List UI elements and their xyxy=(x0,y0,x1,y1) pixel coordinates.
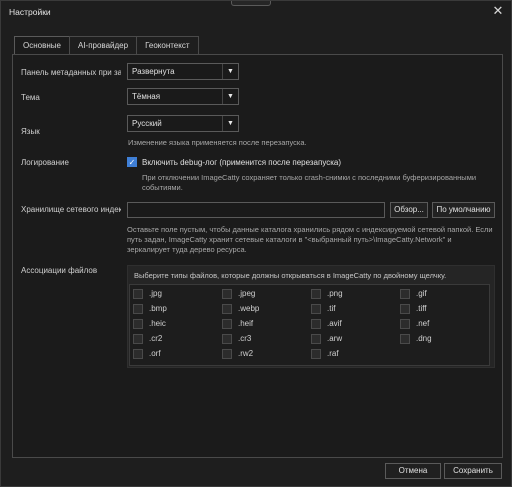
language-label: Язык xyxy=(21,127,40,136)
file-type-label: .jpg xyxy=(149,289,162,298)
file-type-label: .heic xyxy=(149,319,166,328)
tab-geocontext[interactable]: Геоконтекст xyxy=(136,36,199,55)
file-type-checkbox[interactable] xyxy=(311,319,321,329)
language-hint: Изменение языка применяется после переза… xyxy=(128,138,307,147)
file-type-label: .jpeg xyxy=(238,289,256,298)
file-type-item[interactable]: .orf xyxy=(133,348,213,360)
logging-hint-line1: При отключении ImageCatty сохраняет толь… xyxy=(142,173,477,182)
logging-hint-line2: событиями. xyxy=(142,183,183,192)
file-type-checkbox[interactable] xyxy=(222,334,232,344)
network-storage-hint-line3: зеркалирует туда дерево ресурса. xyxy=(127,245,247,254)
language-select[interactable]: Русский ▼ xyxy=(127,115,239,132)
theme-label: Тема xyxy=(21,93,40,102)
file-type-label: .cr2 xyxy=(149,334,163,343)
file-type-label: .tiff xyxy=(416,304,427,313)
file-type-item[interactable]: .bmp xyxy=(133,303,213,315)
file-type-item[interactable]: .cr2 xyxy=(133,333,213,345)
file-type-label: .nef xyxy=(416,319,430,328)
chevron-down-icon: ▼ xyxy=(222,89,238,104)
file-type-checkbox[interactable] xyxy=(133,334,143,344)
file-type-checkbox[interactable] xyxy=(222,319,232,329)
file-type-checkbox[interactable] xyxy=(311,349,321,359)
tab-bar: Основные AI-провайдер Геоконтекст xyxy=(14,36,199,55)
file-type-checkbox[interactable] xyxy=(311,304,321,314)
debug-log-checkbox-label[interactable]: Включить debug-лог (применится после пер… xyxy=(142,158,341,167)
file-type-checkbox[interactable] xyxy=(133,304,143,314)
theme-select[interactable]: Тёмная ▼ xyxy=(127,88,239,105)
metadata-panel-value: Развернута xyxy=(132,67,175,76)
file-type-item[interactable]: .cr3 xyxy=(222,333,302,345)
file-type-item[interactable]: .avif xyxy=(311,318,391,330)
file-type-label: .webp xyxy=(238,304,260,313)
file-type-checkbox[interactable] xyxy=(400,289,410,299)
debug-log-checkbox[interactable]: ✓ xyxy=(127,157,137,167)
file-type-label: .cr3 xyxy=(238,334,252,343)
file-type-label: .avif xyxy=(327,319,342,328)
file-type-checkbox[interactable] xyxy=(311,334,321,344)
file-type-item[interactable]: .jpg xyxy=(133,288,213,300)
file-type-label: .gif xyxy=(416,289,427,298)
file-type-checkbox[interactable] xyxy=(222,349,232,359)
language-value: Русский xyxy=(132,119,162,128)
file-type-item[interactable]: .heif xyxy=(222,318,302,330)
network-storage-label: Хранилище сетевого индекс xyxy=(21,205,121,214)
file-type-checkbox[interactable] xyxy=(400,334,410,344)
file-type-label: .raf xyxy=(327,349,339,358)
file-type-checkbox[interactable] xyxy=(222,289,232,299)
file-type-label: .arw xyxy=(327,334,343,343)
default-path-button[interactable]: По умолчанию xyxy=(432,202,495,218)
settings-window: Настройки ✕ Основные AI-провайдер Геокон… xyxy=(0,0,512,487)
file-type-label: .dng xyxy=(416,334,432,343)
theme-value: Тёмная xyxy=(132,92,161,101)
file-type-item[interactable]: .arw xyxy=(311,333,391,345)
file-type-item[interactable]: .jpeg xyxy=(222,288,302,300)
metadata-panel-select[interactable]: Развернута ▼ xyxy=(127,63,239,80)
file-type-label: .heif xyxy=(238,319,254,328)
network-storage-hint-line2: путь задан, ImageCatty хранит сетевые ка… xyxy=(127,235,452,244)
tab-general[interactable]: Основные xyxy=(14,36,70,55)
file-type-checkbox[interactable] xyxy=(400,304,410,314)
cancel-button[interactable]: Отмена xyxy=(385,463,441,479)
save-button[interactable]: Сохранить xyxy=(444,463,502,479)
file-associations-label: Ассоциации файлов xyxy=(21,266,98,275)
file-type-item[interactable]: .tiff xyxy=(400,303,480,315)
chevron-down-icon: ▼ xyxy=(222,116,238,131)
file-type-checkbox[interactable] xyxy=(133,349,143,359)
file-type-checkbox[interactable] xyxy=(133,289,143,299)
file-type-item[interactable]: .tif xyxy=(311,303,391,315)
file-type-item[interactable]: .dng xyxy=(400,333,480,345)
file-type-item[interactable]: .raf xyxy=(311,348,391,360)
tab-ai-provider[interactable]: AI-провайдер xyxy=(68,36,138,55)
file-type-item[interactable]: .heic xyxy=(133,318,213,330)
file-type-label: .rw2 xyxy=(238,349,254,358)
window-title: Настройки xyxy=(9,7,51,17)
file-type-checkbox[interactable] xyxy=(400,319,410,329)
network-storage-hint-line1: Оставьте поле пустым, чтобы данные катал… xyxy=(127,225,493,234)
file-type-checkbox[interactable] xyxy=(311,289,321,299)
file-type-label: .tif xyxy=(327,304,336,313)
file-type-item[interactable]: .png xyxy=(311,288,391,300)
file-type-item[interactable]: .webp xyxy=(222,303,302,315)
browse-button[interactable]: Обзор... xyxy=(390,202,428,218)
file-type-label: .orf xyxy=(149,349,161,358)
title-bar: Настройки ✕ xyxy=(1,1,511,23)
file-associations-description: Выберите типы файлов, которые должны отк… xyxy=(134,271,447,280)
file-type-item[interactable]: .gif xyxy=(400,288,480,300)
close-icon[interactable]: ✕ xyxy=(490,3,506,19)
chevron-down-icon: ▼ xyxy=(222,64,238,79)
metadata-panel-label: Панель метаданных при зап xyxy=(21,68,121,77)
file-type-label: .png xyxy=(327,289,343,298)
file-type-label: .bmp xyxy=(149,304,167,313)
network-storage-path-input[interactable] xyxy=(127,202,385,218)
file-type-item[interactable]: .nef xyxy=(400,318,480,330)
file-type-item[interactable]: .rw2 xyxy=(222,348,302,360)
tab-content-panel xyxy=(12,54,503,458)
drag-handle[interactable] xyxy=(231,1,271,6)
file-type-checkbox[interactable] xyxy=(222,304,232,314)
logging-label: Логирование xyxy=(21,158,69,167)
file-type-checkbox[interactable] xyxy=(133,319,143,329)
